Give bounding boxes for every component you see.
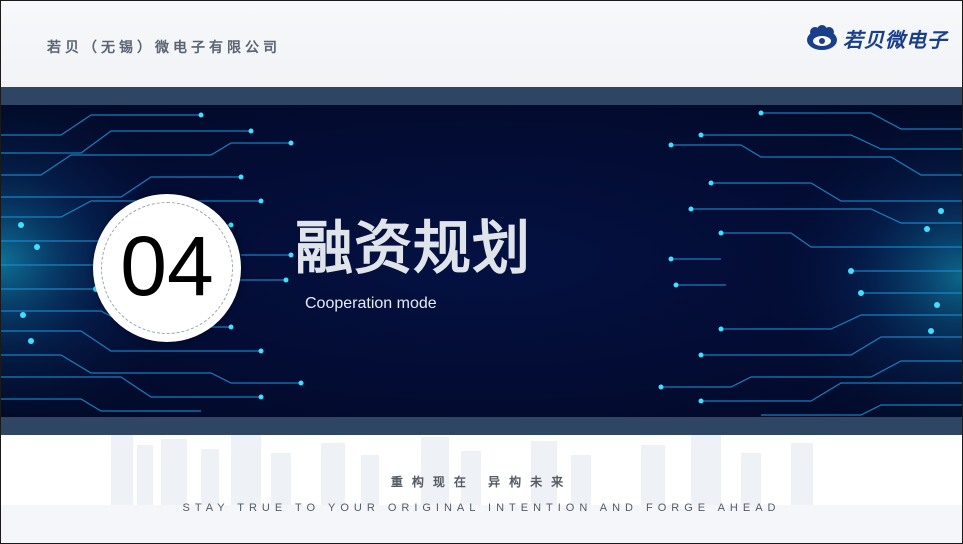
section-number: 04: [120, 219, 214, 313]
company-name: 若贝（无锡）微电子有限公司: [47, 40, 281, 56]
banner-bottom-band: [1, 417, 962, 435]
section-subtitle: Cooperation mode: [305, 295, 437, 312]
flower-logo-icon: [807, 25, 837, 50]
slide: 若贝（无锡）微电子有限公司 若贝微电子 融资规划 Cooperation mod…: [0, 0, 963, 544]
banner-top-band: [1, 87, 962, 105]
slogan-chinese: 重构现在 异构未来: [390, 475, 573, 489]
logo-text: 若贝微电子: [843, 27, 948, 52]
slide-header: 若贝（无锡）微电子有限公司 若贝微电子: [1, 1, 962, 87]
section-number-badge: 04: [93, 194, 241, 342]
slide-footer: 重构现在 异构未来 STAY TRUE TO YOUR ORIGINAL INT…: [1, 435, 962, 543]
company-logo: 若贝微电子: [805, 23, 948, 53]
section-title: 融资规划: [295, 214, 532, 282]
slogan-english: STAY TRUE TO YOUR ORIGINAL INTENTION AND…: [182, 502, 781, 514]
